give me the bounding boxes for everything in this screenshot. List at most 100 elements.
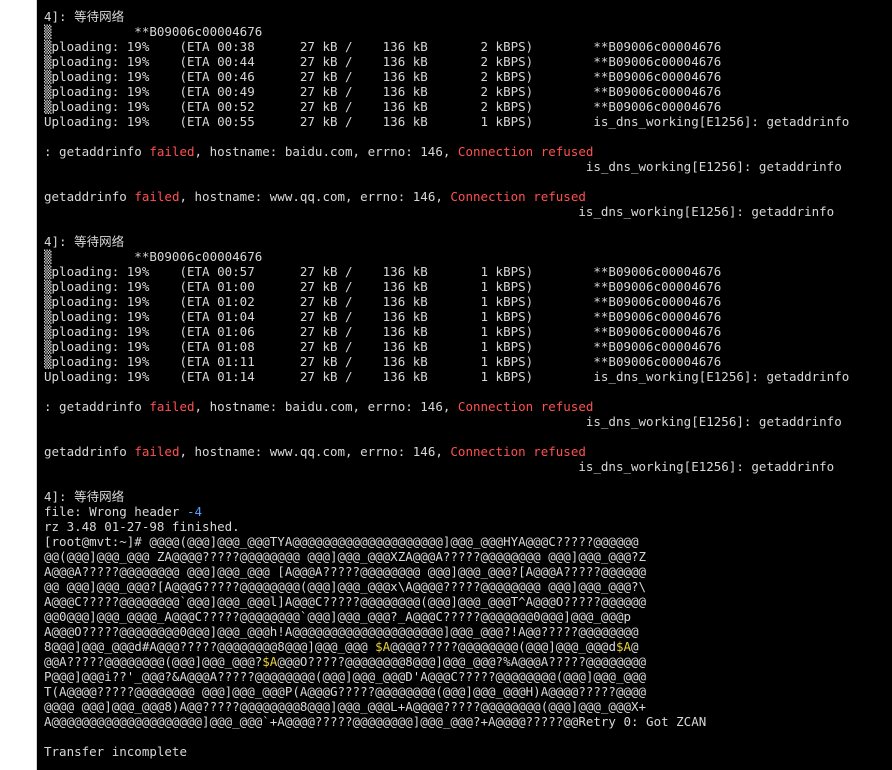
terminal-text: ▒ploading: 19% (ETA 00:52 27 kB / 136 kB… (44, 99, 722, 114)
terminal-text: 4]: 等待网络 (44, 234, 125, 249)
terminal-line: @@(@@@]@@@_@@@ ZA@@@@?????@@@@@@@@ @@@]@… (44, 549, 892, 564)
terminal-line: Uploading: 19% (ETA 01:14 27 kB / 136 kB… (44, 369, 892, 384)
terminal-line: T(A@@@@?????@@@@@@@@ @@@]@@@_@@@P(A@@@G?… (44, 684, 892, 699)
terminal-line: @@A?????@@@@@@@@(@@@]@@@_@@@?$A@@@O?????… (44, 654, 892, 669)
terminal-text-red: failed (134, 189, 180, 204)
terminal-text-red: Connection refused (450, 189, 586, 204)
terminal-text: getaddrinfo (44, 189, 135, 204)
terminal-text: , hostname: baidu.com, errno: 146, (194, 399, 458, 414)
terminal-line: ▒ploading: 19% (ETA 01:02 27 kB / 136 kB… (44, 294, 892, 309)
terminal-line: ▒ploading: 19% (ETA 00:44 27 kB / 136 kB… (44, 54, 892, 69)
terminal-line: file: Wrong header -4 (44, 504, 892, 519)
terminal-text: @@@@?????@@@@@@@@(@@@]@@@_@@@d (390, 639, 616, 654)
terminal-text: @@A?????@@@@@@@@(@@@]@@@_@@@? (44, 654, 263, 669)
terminal-line: is_dns_working[E1256]: getaddrinfo (44, 459, 892, 474)
terminal-line: Transfer incomplete (44, 744, 892, 759)
terminal-line: A@@@@@@@@@@@@@@@@@@@@]@@@_@@@`+A@@@@????… (44, 714, 892, 729)
terminal-text: @@@@ @@@]@@@_@@@8)A@@?????@@@@@@@@8@@@]@… (44, 699, 647, 714)
terminal-text: getaddrinfo (44, 444, 135, 459)
terminal-line: Uploading: 19% (ETA 00:55 27 kB / 136 kB… (44, 114, 892, 129)
terminal-line: ▒ploading: 19% (ETA 00:49 27 kB / 136 kB… (44, 84, 892, 99)
terminal-line: rz 3.48 01-27-98 finished. (44, 519, 892, 534)
terminal-text: ▒ploading: 19% (ETA 00:49 27 kB / 136 kB… (44, 84, 722, 99)
terminal-line: A@@@O?????@@@@@@@@0@@@]@@@_@@@h!A@@@@@@@… (44, 624, 892, 639)
terminal-line: ▒ploading: 19% (ETA 01:11 27 kB / 136 kB… (44, 354, 892, 369)
terminal-line: P@@@]@@@i??'_@@@?&A@@@A?????@@@@@@@@(@@@… (44, 669, 892, 684)
terminal-text: Transfer incomplete (44, 744, 187, 759)
terminal-line: : getaddrinfo failed, hostname: baidu.co… (44, 144, 892, 159)
terminal-line: is_dns_working[E1256]: getaddrinfo (44, 159, 892, 174)
terminal-text: @@0@@@]@@@_@@@@_A@@@C?????@@@@@@@@`@@@]@… (44, 609, 631, 624)
terminal-text: A@@@C?????@@@@@@@@`@@@]@@@_@@@l]A@@@C???… (44, 594, 647, 609)
terminal-text: is_dns_working[E1256]: getaddrinfo (44, 159, 842, 174)
terminal-text: ▒ploading: 19% (ETA 00:44 27 kB / 136 kB… (44, 54, 722, 69)
left-margin-panel (0, 0, 37, 770)
terminal-text: ▒ploading: 19% (ETA 00:57 27 kB / 136 kB… (44, 264, 722, 279)
terminal-text: T(A@@@@?????@@@@@@@@ @@@]@@@_@@@P(A@@@G?… (44, 684, 647, 699)
terminal-line: @@ @@@]@@@_@@@?[A@@@G?????@@@@@@@@(@@@]@… (44, 579, 892, 594)
terminal-text: is_dns_working[E1256]: getaddrinfo (44, 414, 842, 429)
terminal-text: 4]: 等待网络 (44, 9, 125, 24)
terminal-text-red: Connection refused (457, 144, 594, 159)
terminal-line: getaddrinfo failed, hostname: www.qq.com… (44, 444, 892, 459)
terminal-line: ▒ploading: 19% (ETA 00:52 27 kB / 136 kB… (44, 99, 892, 114)
terminal-text: Uploading: 19% (ETA 01:14 27 kB / 136 kB… (44, 369, 850, 384)
terminal-text: file: Wrong header (44, 504, 187, 519)
terminal-line: A@@@A?????@@@@@@@@ @@@]@@@_@@@ [A@@@A???… (44, 564, 892, 579)
terminal-text: A@@@O?????@@@@@@@@0@@@]@@@_@@@h!A@@@@@@@… (44, 624, 639, 639)
terminal-line: : getaddrinfo failed, hostname: baidu.co… (44, 399, 892, 414)
terminal-text: is_dns_working[E1256]: getaddrinfo (44, 459, 835, 474)
terminal-text: 8@@@]@@@_@@@d#A@@@?????@@@@@@@@8@@@]@@@_… (44, 639, 376, 654)
terminal-output: 4]: 等待网络 ▒ **B09006c00004676 ▒ploading: 19… (44, 9, 892, 759)
terminal-line: 4]: 等待网络 (44, 9, 892, 24)
terminal-text-blue: -4 (187, 504, 203, 519)
terminal-text: P@@@]@@@i??'_@@@?&A@@@A?????@@@@@@@@(@@@… (44, 669, 647, 684)
terminal-text-red: failed (149, 399, 195, 414)
terminal-text-yellow: $A (375, 639, 391, 654)
terminal-text: @@(@@@]@@@_@@@ ZA@@@@?????@@@@@@@@ @@@]@… (44, 549, 647, 564)
terminal-text: ▒ploading: 19% (ETA 01:04 27 kB / 136 kB… (44, 309, 722, 324)
terminal-line: is_dns_working[E1256]: getaddrinfo (44, 414, 892, 429)
terminal-line: A@@@C?????@@@@@@@@`@@@]@@@_@@@l]A@@@C???… (44, 594, 892, 609)
terminal-text: [root@mvt:~]# @@@@(@@@]@@@_@@@TYA@@@@@@@… (44, 534, 639, 549)
terminal-line: 4]: 等待网络 (44, 489, 892, 504)
terminal-text: : getaddrinfo (44, 399, 150, 414)
terminal-line: is_dns_working[E1256]: getaddrinfo (44, 204, 892, 219)
terminal-text: ▒ **B09006c00004676 (44, 249, 263, 264)
terminal-text: ▒ploading: 19% (ETA 01:00 27 kB / 136 kB… (44, 279, 722, 294)
terminal-text: : getaddrinfo (44, 144, 150, 159)
terminal-text: ▒ploading: 19% (ETA 01:11 27 kB / 136 kB… (44, 354, 722, 369)
terminal-text: , hostname: www.qq.com, errno: 146, (179, 189, 451, 204)
terminal-text: A@@@@@@@@@@@@@@@@@@@@]@@@_@@@`+A@@@@????… (44, 714, 707, 729)
terminal-window[interactable]: 4]: 等待网络 ▒ **B09006c00004676 ▒ploading: 19… (37, 0, 892, 770)
terminal-text: ▒ **B09006c00004676 (44, 24, 263, 39)
terminal-text: @@ @@@]@@@_@@@?[A@@@G?????@@@@@@@@(@@@]@… (44, 579, 647, 594)
terminal-text: ▒ploading: 19% (ETA 00:46 27 kB / 136 kB… (44, 69, 722, 84)
terminal-line: ▒ploading: 19% (ETA 00:57 27 kB / 136 kB… (44, 264, 892, 279)
terminal-text: ▒ploading: 19% (ETA 01:08 27 kB / 136 kB… (44, 339, 722, 354)
terminal-text: A@@@A?????@@@@@@@@ @@@]@@@_@@@ [A@@@A???… (44, 564, 647, 579)
terminal-line: @@@@ @@@]@@@_@@@8)A@@?????@@@@@@@@8@@@]@… (44, 699, 892, 714)
terminal-text: is_dns_working[E1256]: getaddrinfo (44, 204, 835, 219)
terminal-text: rz 3.48 01-27-98 finished. (44, 519, 240, 534)
terminal-line: ▒ploading: 19% (ETA 01:06 27 kB / 136 kB… (44, 324, 892, 339)
terminal-text-yellow: $A (615, 639, 632, 654)
terminal-line: @@0@@@]@@@_@@@@_A@@@C?????@@@@@@@@`@@@]@… (44, 609, 892, 624)
terminal-text: ▒ploading: 19% (ETA 00:38 27 kB / 136 kB… (44, 39, 722, 54)
terminal-text: , hostname: baidu.com, errno: 146, (194, 144, 458, 159)
terminal-text-red: failed (134, 444, 180, 459)
terminal-text-red: Connection refused (450, 444, 586, 459)
terminal-text-red: Connection refused (457, 399, 594, 414)
terminal-line: 8@@@]@@@_@@@d#A@@@?????@@@@@@@@8@@@]@@@_… (44, 639, 892, 654)
terminal-text: @ (631, 639, 639, 654)
terminal-text-red: failed (149, 144, 195, 159)
terminal-line: ▒ploading: 19% (ETA 00:46 27 kB / 136 kB… (44, 69, 892, 84)
terminal-line: 4]: 等待网络 (44, 234, 892, 249)
terminal-text: , hostname: www.qq.com, errno: 146, (179, 444, 451, 459)
